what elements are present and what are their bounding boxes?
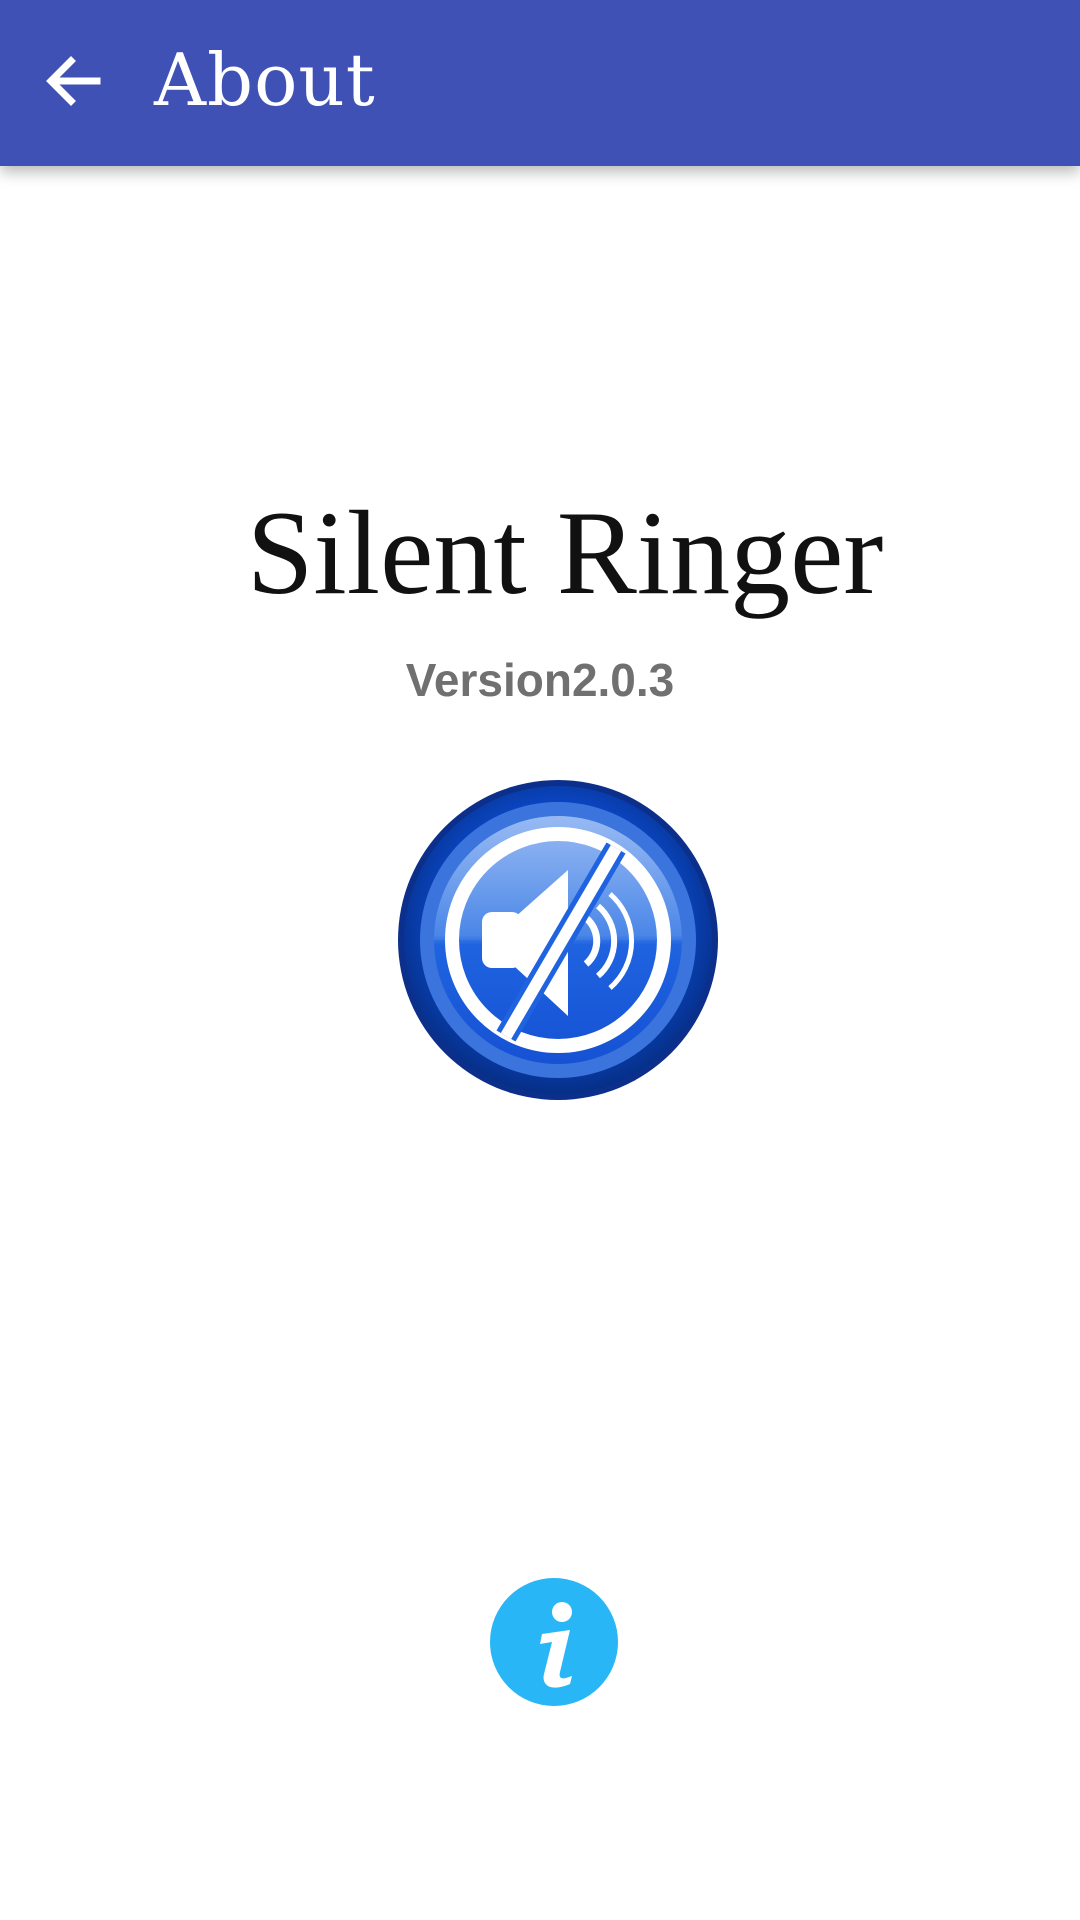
version-label: Version2.0.3 [405, 654, 675, 706]
back-button[interactable] [28, 36, 118, 126]
arrow-left-icon [46, 56, 101, 106]
app-bar: About [0, 0, 1080, 166]
page-title: About [154, 38, 376, 122]
info-icon[interactable] [490, 1578, 618, 1706]
speaker-muted-icon [398, 780, 718, 1100]
app-name: Silent Ringer [246, 486, 884, 619]
